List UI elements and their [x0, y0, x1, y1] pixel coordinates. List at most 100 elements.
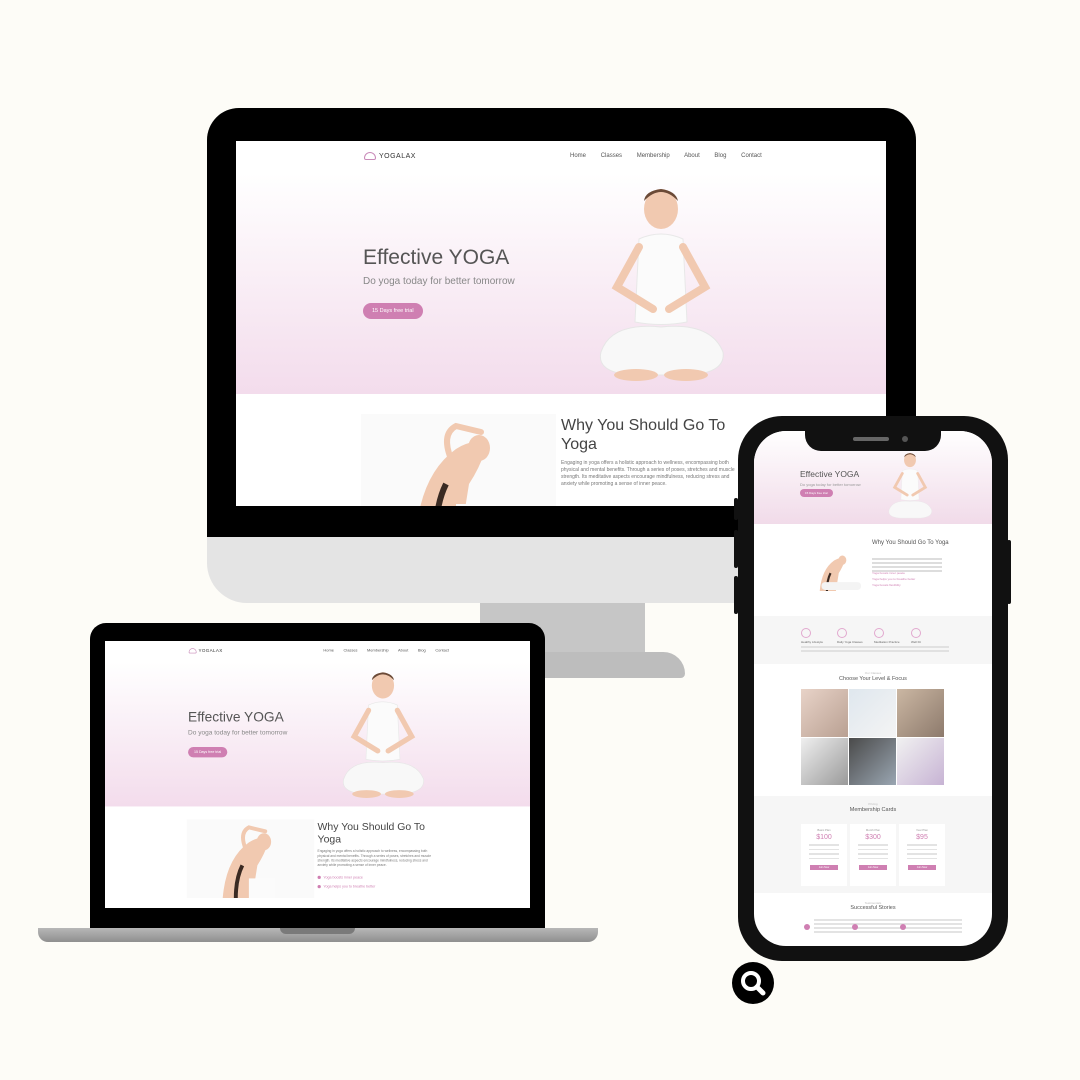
- mobile-membership-section: Pricing Membership Cards Basic Plan $100 J…: [754, 796, 992, 893]
- feature-icon: [911, 628, 921, 638]
- membership-heading: Membership Cards: [849, 807, 897, 813]
- search-badge[interactable]: [732, 962, 774, 1004]
- quote-icon: [852, 924, 858, 930]
- plan-name: Basic Plan: [817, 828, 831, 832]
- nav-menu: Home Classes Membership About Blog Conta…: [570, 153, 775, 159]
- nav-about[interactable]: About: [398, 649, 408, 653]
- feature-label: Meditation Practice: [874, 640, 900, 644]
- nav-about[interactable]: About: [684, 153, 700, 159]
- feature-icon: [801, 628, 811, 638]
- why-title: Why You Should Go To Yoga: [317, 821, 425, 846]
- brand-name: YOGALAX: [379, 152, 416, 160]
- quote-icon: [804, 924, 810, 930]
- backbend-photo: [186, 819, 315, 899]
- plan-card: Year Plan $95 Join Now: [899, 824, 945, 886]
- class-photo[interactable]: [801, 689, 848, 737]
- plan-card: Month Plan $300 Join Now: [850, 824, 896, 886]
- site-logo[interactable]: YOGALAX: [188, 648, 223, 654]
- mobile-why-point-2: Yoga helps you to breathe better: [872, 577, 916, 581]
- nav-classes[interactable]: Classes: [601, 153, 622, 159]
- stories-heading: Successful Stories: [850, 905, 896, 911]
- hero-section: Effective YOGA Do yoga today for better …: [105, 661, 530, 807]
- laptop-hinge-notch: [280, 928, 355, 934]
- feature-label: Well Fit: [911, 640, 921, 644]
- nav-menu: Home Classes Membership About Blog Conta…: [323, 649, 457, 653]
- site-logo[interactable]: YOGALAX: [364, 152, 416, 160]
- membership-kicker: Pricing: [868, 802, 878, 806]
- mobile-why-point-1: Yoga boosts inner peace: [872, 571, 905, 575]
- feature-icon: [874, 628, 884, 638]
- class-photo[interactable]: [801, 737, 848, 785]
- nav-contact[interactable]: Contact: [435, 649, 449, 653]
- free-trial-button[interactable]: 15 Days free trial: [363, 303, 423, 319]
- site-nav: YOGALAX Home Classes Membership About Bl…: [236, 141, 886, 173]
- nav-membership[interactable]: Membership: [367, 649, 389, 653]
- class-photo-grid: [801, 689, 944, 785]
- class-photo[interactable]: [849, 689, 896, 737]
- feature-item: Meditation Practice: [874, 628, 912, 652]
- hero-subtitle: Do yoga today for better tomorrow: [363, 276, 515, 287]
- nav-classes[interactable]: Classes: [344, 649, 358, 653]
- hero-title: Effective YOGA: [363, 246, 510, 269]
- why-section: Why You Should Go To Yoga Engaging in yo…: [105, 806, 530, 899]
- search-icon: [741, 971, 766, 996]
- phone-camera: [902, 436, 908, 442]
- brand-name: YOGALAX: [198, 648, 223, 654]
- mobile-hero-photo: [888, 453, 932, 519]
- why-title: Why You Should Go To Yoga: [561, 417, 726, 453]
- nav-home[interactable]: Home: [323, 649, 333, 653]
- mobile-hero-subtitle: Do yoga today for better tomorrow: [800, 482, 861, 487]
- phone-screen: Effective YOGA Do yoga today for better …: [754, 431, 992, 946]
- mobile-features-strip: Healthy Lifestyle Daily Yoga Classes Med…: [754, 616, 992, 664]
- laptop-site: YOGALAX Home Classes Membership About Bl…: [105, 641, 530, 899]
- mobile-hero-title: Effective YOGA: [800, 469, 860, 479]
- nav-contact[interactable]: Contact: [741, 153, 762, 159]
- class-photo[interactable]: [849, 737, 896, 785]
- lotus-icon: [188, 648, 197, 654]
- hero-subtitle: Do yoga today for better tomorrow: [188, 729, 288, 737]
- hero-title: Effective YOGA: [188, 709, 284, 725]
- laptop-screen: YOGALAX Home Classes Membership About Bl…: [105, 641, 530, 908]
- quote-icon: [900, 924, 906, 930]
- mobile-why-point-3: Yoga boosts flexibility: [872, 583, 901, 587]
- why-body: Engaging in yoga offers a holistic appro…: [561, 460, 735, 487]
- plan-join-button[interactable]: Join Now: [810, 865, 838, 870]
- plan-price: $95: [916, 834, 928, 841]
- why-point-1: Yoga boosts inner peace: [318, 876, 362, 880]
- feature-label: Daily Yoga Classes: [837, 640, 863, 644]
- nav-home[interactable]: Home: [570, 153, 586, 159]
- plan-price: $300: [865, 834, 881, 841]
- feature-icon: [837, 628, 847, 638]
- hero-yoga-photo: [342, 672, 424, 798]
- nav-blog[interactable]: Blog: [714, 153, 726, 159]
- feature-item: Daily Yoga Classes: [837, 628, 875, 652]
- why-point-2: Yoga helps you to breathe better: [318, 885, 375, 889]
- levels-kicker: Our Classes: [864, 671, 882, 675]
- hero-yoga-photo: [599, 189, 724, 381]
- free-trial-button[interactable]: 15 Days free trial: [188, 746, 228, 758]
- plan-price: $100: [816, 834, 832, 841]
- nav-membership[interactable]: Membership: [637, 153, 670, 159]
- mobile-backbend-photo: [819, 555, 862, 592]
- levels-heading: Choose Your Level & Focus: [839, 676, 907, 682]
- mobile-why-title: Why You Should Go To Yoga: [872, 540, 949, 546]
- hero-section: Effective YOGA Do yoga today for better …: [236, 173, 886, 394]
- why-body: Engaging in yoga offers a holistic appro…: [317, 849, 432, 868]
- plan-join-button[interactable]: Join Now: [859, 865, 887, 870]
- plan-name: Month Plan: [865, 828, 881, 832]
- plan-name: Year Plan: [915, 828, 929, 832]
- feature-item: Healthy Lifestyle: [801, 628, 839, 652]
- lotus-icon: [364, 152, 376, 160]
- class-photo[interactable]: [897, 737, 944, 785]
- site-nav: YOGALAX Home Classes Membership About Bl…: [105, 641, 530, 662]
- mobile-free-trial-button[interactable]: 15 Days free trial: [800, 489, 833, 497]
- class-photo[interactable]: [897, 689, 944, 737]
- plan-card: Basic Plan $100 Join Now: [801, 824, 847, 886]
- phone-speaker: [853, 437, 889, 441]
- feature-label: Healthy Lifestyle: [801, 640, 824, 644]
- phone-notch: [805, 431, 941, 451]
- feature-item: Well Fit: [911, 628, 949, 652]
- nav-blog[interactable]: Blog: [418, 649, 426, 653]
- backbend-photo: [361, 414, 556, 506]
- plan-join-button[interactable]: Join Now: [908, 865, 936, 870]
